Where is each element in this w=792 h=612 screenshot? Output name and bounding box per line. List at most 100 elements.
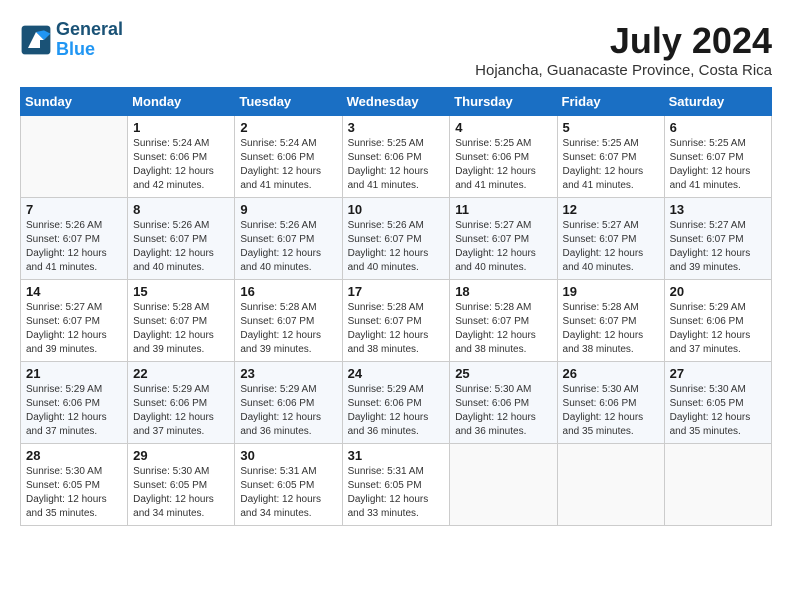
- day-number: 8: [133, 202, 229, 217]
- day-info: Sunrise: 5:29 AMSunset: 6:06 PMDaylight:…: [348, 383, 445, 439]
- day-number: 23: [240, 366, 336, 381]
- day-info: Sunrise: 5:26 AMSunset: 6:07 PMDaylight:…: [133, 219, 229, 275]
- day-number: 29: [133, 448, 229, 463]
- calendar-cell: 3Sunrise: 5:25 AMSunset: 6:06 PMDaylight…: [342, 116, 450, 198]
- day-info: Sunrise: 5:30 AMSunset: 6:05 PMDaylight:…: [26, 465, 122, 521]
- calendar-cell: 9Sunrise: 5:26 AMSunset: 6:07 PMDaylight…: [235, 198, 342, 280]
- day-info: Sunrise: 5:25 AMSunset: 6:06 PMDaylight:…: [455, 137, 551, 193]
- calendar-cell: 15 Sunrise: 5:28 AMSunset: 6:07 PMDayligh…: [128, 280, 235, 362]
- logo-icon: [20, 24, 52, 56]
- calendar-cell: 2 Sunrise: 5:24 AMSunset: 6:06 PMDaylight…: [235, 116, 342, 198]
- day-number: 20: [670, 284, 766, 299]
- calendar-cell: 4Sunrise: 5:25 AMSunset: 6:06 PMDaylight…: [450, 116, 557, 198]
- col-friday: Friday: [557, 88, 664, 116]
- calendar-cell: 1 Sunrise: 5:24 AMSunset: 6:06 PMDaylight…: [128, 116, 235, 198]
- title-block: July 2024 Hojancha, Guanacaste Province,…: [475, 20, 772, 79]
- day-number: 3: [348, 120, 445, 135]
- calendar-header: Sunday Monday Tuesday Wednesday Thursday…: [21, 88, 772, 116]
- calendar-cell: 26Sunrise: 5:30 AMSunset: 6:06 PMDayligh…: [557, 362, 664, 444]
- day-info: Sunrise: 5:26 AMSunset: 6:07 PMDaylight:…: [26, 219, 122, 275]
- calendar-cell: 20 Sunrise: 5:29 AMSunset: 6:06 PMDayligh…: [664, 280, 771, 362]
- day-info: Sunrise: 5:29 AMSunset: 6:06 PMDaylight:…: [670, 301, 766, 357]
- calendar-cell: 27 Sunrise: 5:30 AMSunset: 6:05 PMDayligh…: [664, 362, 771, 444]
- day-number: 22: [133, 366, 229, 381]
- calendar-week-2: 7 Sunrise: 5:26 AMSunset: 6:07 PMDaylight…: [21, 198, 772, 280]
- calendar-week-3: 14Sunrise: 5:27 AMSunset: 6:07 PMDayligh…: [21, 280, 772, 362]
- calendar-cell: 23 Sunrise: 5:29 AMSunset: 6:06 PMDayligh…: [235, 362, 342, 444]
- calendar-week-5: 28 Sunrise: 5:30 AMSunset: 6:05 PMDayligh…: [21, 444, 772, 526]
- logo: General Blue: [20, 20, 123, 60]
- day-info: Sunrise: 5:27 AMSunset: 6:07 PMDaylight:…: [26, 301, 122, 357]
- col-tuesday: Tuesday: [235, 88, 342, 116]
- location: Hojancha, Guanacaste Province, Costa Ric…: [475, 62, 772, 79]
- day-number: 7: [26, 202, 122, 217]
- day-info: Sunrise: 5:24 AMSunset: 6:06 PMDaylight:…: [240, 137, 336, 193]
- day-number: 13: [670, 202, 766, 217]
- calendar-cell: [664, 444, 771, 526]
- day-number: 2: [240, 120, 336, 135]
- day-number: 15: [133, 284, 229, 299]
- day-number: 6: [670, 120, 766, 135]
- day-number: 1: [133, 120, 229, 135]
- calendar-cell: 21Sunrise: 5:29 AMSunset: 6:06 PMDayligh…: [21, 362, 128, 444]
- day-number: 30: [240, 448, 336, 463]
- day-info: Sunrise: 5:27 AMSunset: 6:07 PMDaylight:…: [563, 219, 659, 275]
- header-row: Sunday Monday Tuesday Wednesday Thursday…: [21, 88, 772, 116]
- day-info: Sunrise: 5:28 AMSunset: 6:07 PMDaylight:…: [563, 301, 659, 357]
- day-info: Sunrise: 5:30 AMSunset: 6:06 PMDaylight:…: [563, 383, 659, 439]
- col-monday: Monday: [128, 88, 235, 116]
- logo-text: General Blue: [56, 20, 123, 60]
- logo-line1: General: [56, 20, 123, 40]
- calendar-table: Sunday Monday Tuesday Wednesday Thursday…: [20, 87, 772, 526]
- calendar-cell: 29 Sunrise: 5:30 AMSunset: 6:05 PMDayligh…: [128, 444, 235, 526]
- day-number: 9: [240, 202, 336, 217]
- calendar-cell: 13Sunrise: 5:27 AMSunset: 6:07 PMDayligh…: [664, 198, 771, 280]
- day-info: Sunrise: 5:29 AMSunset: 6:06 PMDaylight:…: [133, 383, 229, 439]
- day-number: 28: [26, 448, 122, 463]
- calendar-cell: 19 Sunrise: 5:28 AMSunset: 6:07 PMDayligh…: [557, 280, 664, 362]
- col-saturday: Saturday: [664, 88, 771, 116]
- day-number: 12: [563, 202, 659, 217]
- day-number: 10: [348, 202, 445, 217]
- day-info: Sunrise: 5:28 AMSunset: 6:07 PMDaylight:…: [133, 301, 229, 357]
- day-number: 24: [348, 366, 445, 381]
- calendar-week-4: 21Sunrise: 5:29 AMSunset: 6:06 PMDayligh…: [21, 362, 772, 444]
- day-info: Sunrise: 5:25 AMSunset: 6:07 PMDaylight:…: [563, 137, 659, 193]
- day-info: Sunrise: 5:31 AMSunset: 6:05 PMDaylight:…: [348, 465, 445, 521]
- day-number: 27: [670, 366, 766, 381]
- calendar-week-1: 1 Sunrise: 5:24 AMSunset: 6:06 PMDaylight…: [21, 116, 772, 198]
- calendar-body: 1 Sunrise: 5:24 AMSunset: 6:06 PMDaylight…: [21, 116, 772, 526]
- day-number: 11: [455, 202, 551, 217]
- day-info: Sunrise: 5:30 AMSunset: 6:05 PMDaylight:…: [133, 465, 229, 521]
- day-info: Sunrise: 5:30 AMSunset: 6:06 PMDaylight:…: [455, 383, 551, 439]
- day-info: Sunrise: 5:29 AMSunset: 6:06 PMDaylight:…: [240, 383, 336, 439]
- col-sunday: Sunday: [21, 88, 128, 116]
- calendar-cell: 25 Sunrise: 5:30 AMSunset: 6:06 PMDayligh…: [450, 362, 557, 444]
- calendar-cell: 14Sunrise: 5:27 AMSunset: 6:07 PMDayligh…: [21, 280, 128, 362]
- calendar-cell: 6 Sunrise: 5:25 AMSunset: 6:07 PMDaylight…: [664, 116, 771, 198]
- calendar-cell: 8 Sunrise: 5:26 AMSunset: 6:07 PMDaylight…: [128, 198, 235, 280]
- calendar-cell: 12 Sunrise: 5:27 AMSunset: 6:07 PMDayligh…: [557, 198, 664, 280]
- day-number: 18: [455, 284, 551, 299]
- day-info: Sunrise: 5:26 AMSunset: 6:07 PMDaylight:…: [348, 219, 445, 275]
- calendar-cell: 22 Sunrise: 5:29 AMSunset: 6:06 PMDayligh…: [128, 362, 235, 444]
- day-number: 19: [563, 284, 659, 299]
- day-number: 17: [348, 284, 445, 299]
- day-info: Sunrise: 5:30 AMSunset: 6:05 PMDaylight:…: [670, 383, 766, 439]
- day-info: Sunrise: 5:31 AMSunset: 6:05 PMDaylight:…: [240, 465, 336, 521]
- day-info: Sunrise: 5:25 AMSunset: 6:07 PMDaylight:…: [670, 137, 766, 193]
- day-info: Sunrise: 5:24 AMSunset: 6:06 PMDaylight:…: [133, 137, 229, 193]
- day-number: 25: [455, 366, 551, 381]
- calendar-cell: [450, 444, 557, 526]
- calendar-cell: 28 Sunrise: 5:30 AMSunset: 6:05 PMDayligh…: [21, 444, 128, 526]
- day-info: Sunrise: 5:28 AMSunset: 6:07 PMDaylight:…: [240, 301, 336, 357]
- calendar-cell: 5Sunrise: 5:25 AMSunset: 6:07 PMDaylight…: [557, 116, 664, 198]
- calendar-cell: 16 Sunrise: 5:28 AMSunset: 6:07 PMDayligh…: [235, 280, 342, 362]
- col-wednesday: Wednesday: [342, 88, 450, 116]
- col-thursday: Thursday: [450, 88, 557, 116]
- calendar-cell: 18Sunrise: 5:28 AMSunset: 6:07 PMDayligh…: [450, 280, 557, 362]
- calendar-cell: 7 Sunrise: 5:26 AMSunset: 6:07 PMDaylight…: [21, 198, 128, 280]
- day-info: Sunrise: 5:28 AMSunset: 6:07 PMDaylight:…: [348, 301, 445, 357]
- day-number: 16: [240, 284, 336, 299]
- day-info: Sunrise: 5:27 AMSunset: 6:07 PMDaylight:…: [455, 219, 551, 275]
